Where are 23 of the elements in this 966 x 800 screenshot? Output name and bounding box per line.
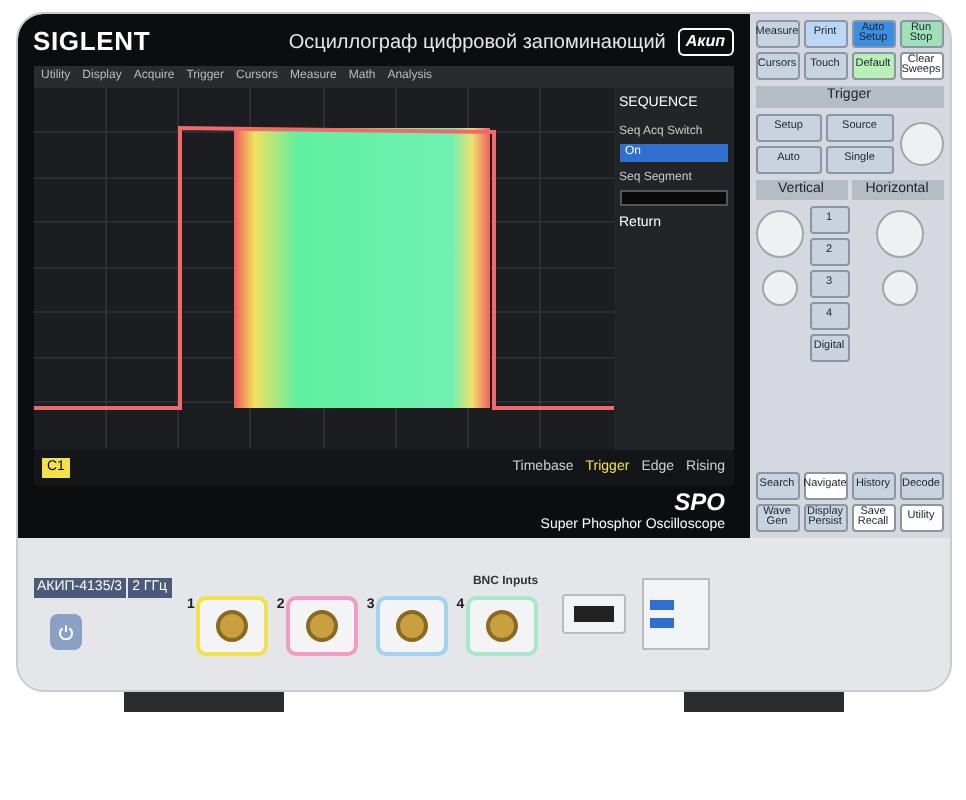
connector-icon (216, 609, 249, 641)
brand-badge: Акип (677, 28, 733, 56)
device-title: Осциллограф цифровой запоминающий (288, 29, 666, 57)
bnc-connector[interactable] (376, 595, 449, 655)
knob[interactable] (755, 210, 803, 258)
bnc-connector[interactable] (196, 595, 269, 655)
port-slot (574, 606, 615, 622)
usb-port[interactable] (650, 600, 675, 610)
usb-port[interactable] (650, 618, 675, 628)
knob[interactable] (899, 121, 943, 165)
connector-icon (306, 609, 339, 641)
bnc-connector[interactable] (286, 595, 359, 655)
connector-icon (486, 609, 519, 641)
bnc-connector[interactable] (466, 595, 539, 655)
power-button[interactable] (49, 614, 81, 651)
connector-icon (396, 609, 429, 641)
spo-logo: SPO (674, 490, 725, 514)
power-icon (57, 624, 73, 641)
knob[interactable] (875, 210, 923, 258)
knob[interactable] (761, 270, 797, 306)
knob[interactable] (881, 270, 917, 306)
brand-logo: SIGLENT (33, 24, 151, 61)
setting-field[interactable] (619, 189, 727, 205)
